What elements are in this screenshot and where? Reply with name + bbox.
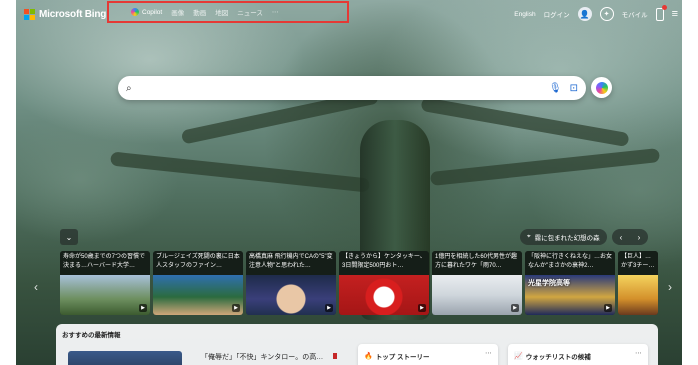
- news-card-title: ブルージェイズ死闘の裏に日本人スタッフのファイン…: [153, 251, 243, 275]
- video-badge-icon: ▶: [604, 304, 612, 312]
- video-badge-icon: ▶: [418, 304, 426, 312]
- news-card[interactable]: 1億円を相続した60代男性が趣方に暮れたワケ「雨70… ▶: [432, 251, 522, 315]
- collapse-feed-button[interactable]: ⌄: [60, 229, 78, 245]
- watchlist-panel: 📈 ウォッチリストの候補 ⋯: [508, 344, 648, 365]
- news-card[interactable]: 【きょうから】ケンタッキー、3日間限定500円おト… ▶: [339, 251, 429, 315]
- news-card-title: 1億円を相続した60代男性が趣方に暮れたワケ「雨70…: [432, 251, 522, 275]
- news-card-title: 「阪神に行きくねえな」…お女なんか"まさかの衰神2…: [525, 251, 615, 275]
- news-card-title: 高橋真麻 飛行機内でCAの"5"変注意人物"と思われた…: [246, 251, 336, 275]
- nav-item-images[interactable]: 画像: [171, 7, 184, 17]
- nav-item-news[interactable]: ニュース: [237, 7, 263, 17]
- carousel-next-icon[interactable]: ›: [668, 280, 672, 294]
- trend-up-icon: 📈: [514, 353, 523, 360]
- video-badge-icon: ▶: [232, 304, 240, 312]
- right-margin: [682, 0, 698, 365]
- video-badge-icon: ▶: [511, 304, 519, 312]
- copilot-icon: [131, 8, 139, 16]
- copilot-icon: [595, 81, 608, 94]
- news-card[interactable]: ブルージェイズ死闘の裏に日本人スタッフのファイン… ▶: [153, 251, 243, 315]
- copilot-label: Copilot: [142, 8, 163, 16]
- copilot-button[interactable]: [591, 77, 612, 98]
- nav-item-maps[interactable]: 地図: [215, 7, 228, 17]
- fire-icon: 🔥: [364, 353, 373, 360]
- header-right: English ログイン 👤 ✦ モバイル ≡: [514, 0, 678, 28]
- publisher-icon: [333, 353, 337, 359]
- news-card[interactable]: 「阪神に行きくねえな」…お女なんか"まさかの衰神2… 光星学院高等 ▶: [525, 251, 615, 315]
- nav-item-more[interactable]: ⋯: [272, 8, 279, 16]
- news-card-title: 【巨人】…かず3チー…: [618, 251, 658, 275]
- previous-image-icon[interactable]: ‹: [620, 233, 623, 242]
- visual-search-icon[interactable]: ⊡: [570, 83, 578, 94]
- hamburger-menu-icon[interactable]: ≡: [672, 8, 678, 20]
- feed-article-image[interactable]: [68, 351, 182, 365]
- more-options-icon[interactable]: ⋯: [635, 349, 642, 357]
- mobile-link[interactable]: モバイル: [622, 9, 648, 19]
- news-card-overlay-text: 光星学院高等: [528, 280, 570, 287]
- feed-article-headline[interactable]: 「俺辱だ」「不快」キンタロー。の高…: [201, 352, 323, 362]
- watchlist-title[interactable]: 📈 ウォッチリストの候補: [514, 351, 591, 361]
- language-link[interactable]: English: [514, 11, 535, 18]
- search-icon[interactable]: ⌕: [126, 83, 132, 94]
- top-stories-title[interactable]: 🔥 トップ ストーリー: [364, 351, 430, 361]
- logo-text: Microsoft Bing: [39, 8, 107, 20]
- microphone-icon[interactable]: 🎙: [549, 83, 562, 94]
- news-card-title: 【きょうから】ケンタッキー、3日間限定500円おト…: [339, 251, 429, 275]
- left-margin: [0, 0, 16, 365]
- news-card[interactable]: 高橋真麻 飛行機内でCAの"5"変注意人物"と思われた… ▶: [246, 251, 336, 315]
- news-card-image: ▶: [432, 275, 522, 315]
- login-link[interactable]: ログイン: [544, 9, 570, 19]
- phone-icon[interactable]: [655, 4, 667, 21]
- microsoft-logo-icon: [24, 8, 35, 20]
- news-card-image: 光星学院高等 ▶: [525, 275, 615, 315]
- bing-logo[interactable]: Microsoft Bing: [24, 8, 107, 20]
- next-image-icon[interactable]: ›: [638, 233, 641, 242]
- more-options-icon[interactable]: ⋯: [485, 349, 492, 357]
- location-pin-icon: ⌖: [527, 233, 531, 240]
- news-card-image: ▶: [246, 275, 336, 315]
- top-stories-label: トップ ストーリー: [375, 354, 430, 361]
- carousel-prev-icon[interactable]: ‹: [34, 280, 38, 294]
- rewards-icon[interactable]: ✦: [599, 7, 614, 21]
- news-card-image: ▶: [339, 275, 429, 315]
- news-card[interactable]: 寿命が50歳までの7つの習慣で決まる…ハーバード大学… ▶: [60, 251, 150, 315]
- news-card-image: [618, 275, 658, 315]
- news-card-image: ▶: [60, 275, 150, 315]
- avatar-icon[interactable]: 👤: [577, 7, 592, 21]
- video-badge-icon: ▶: [325, 304, 333, 312]
- image-caption-text: 霧に包まれた幻想の森: [534, 235, 600, 242]
- video-badge-icon: ▶: [139, 304, 147, 312]
- search-box: ⌕ 🎙 ⊡: [118, 76, 586, 100]
- news-card-image: ▶: [153, 275, 243, 315]
- watchlist-label: ウォッチリストの候補: [525, 354, 591, 361]
- news-feed: おすすめの最新情報 「俺辱だ」「不快」キンタロー。の高… 🔥 トップ ストーリー…: [56, 324, 658, 365]
- image-nav: ‹ ›: [612, 229, 648, 245]
- nav-item-videos[interactable]: 動画: [193, 7, 206, 17]
- news-card[interactable]: 【巨人】…かず3チー…: [618, 251, 658, 315]
- search-input[interactable]: [137, 79, 541, 97]
- feed-section-title: おすすめの最新情報: [62, 332, 121, 339]
- image-caption[interactable]: ⌖ 霧に包まれた幻想の森: [520, 229, 607, 245]
- news-carousel: 寿命が50歳までの7つの習慣で決まる…ハーバード大学… ▶ ブルージェイズ死闘の…: [60, 251, 658, 315]
- top-nav: Copilot 画像 動画 地図 ニュース ⋯: [107, 1, 349, 23]
- top-stories-panel: 🔥 トップ ストーリー ⋯: [358, 344, 498, 365]
- top-header: Microsoft Bing Copilot 画像 動画 地図 ニュース ⋯ E…: [16, 0, 682, 28]
- nav-item-copilot[interactable]: Copilot: [131, 8, 162, 16]
- news-card-title: 寿命が50歳までの7つの習慣で決まる…ハーバード大学…: [60, 251, 150, 275]
